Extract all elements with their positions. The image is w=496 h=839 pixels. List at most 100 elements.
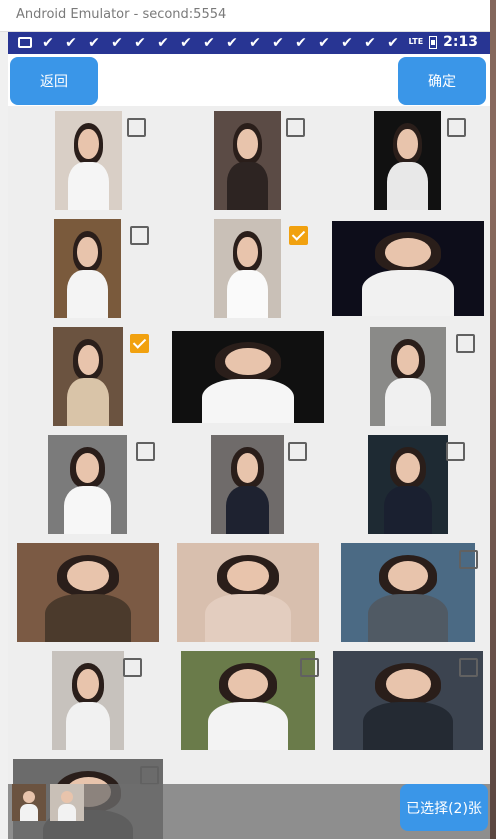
- notification-check-icon: ✔: [42, 35, 54, 51]
- photo-select-checkbox[interactable]: [286, 118, 305, 137]
- photo-thumbnail[interactable]: [368, 435, 448, 534]
- notification-icons: ✔ ✔ ✔ ✔ ✔ ✔ ✔ ✔ ✔ ✔ ✔ ✔ ✔ ✔ ✔ ✔: [18, 35, 400, 51]
- photo-figure: [227, 270, 268, 318]
- notification-check-icon: ✔: [249, 35, 261, 51]
- photo-face: [23, 791, 35, 803]
- photo-face: [77, 236, 98, 267]
- photo-select-checkbox[interactable]: [130, 226, 149, 245]
- photo-figure: [67, 270, 108, 318]
- photo-figure: [67, 378, 109, 426]
- photo-face: [237, 128, 258, 159]
- photo-face: [387, 560, 429, 591]
- photo-figure: [367, 594, 449, 642]
- photo-select-checkbox[interactable]: [459, 550, 478, 569]
- photo-figure: [387, 162, 428, 210]
- photo-face: [396, 344, 420, 375]
- back-button[interactable]: 返回: [10, 57, 98, 105]
- photo-thumbnail[interactable]: [17, 543, 159, 642]
- photo-thumbnail[interactable]: [53, 327, 123, 426]
- notification-check-icon: ✔: [203, 35, 215, 51]
- photo-picker-screen: 返回 确定: [8, 54, 490, 839]
- window-titlebar[interactable]: Android Emulator - second:5554: [0, 0, 490, 32]
- photo-select-checkbox[interactable]: [136, 442, 155, 461]
- lte-icon: LTE: [408, 37, 424, 46]
- photo-figure: [58, 804, 76, 821]
- photo-face: [236, 452, 259, 483]
- notification-check-icon: ✔: [318, 35, 330, 51]
- photo-thumbnail[interactable]: [341, 543, 475, 642]
- notification-check-icon: ✔: [364, 35, 376, 51]
- selected-thumbnail[interactable]: [50, 784, 84, 821]
- top-toolbar: 返回 确定: [8, 54, 490, 106]
- photo-thumbnail[interactable]: [52, 651, 124, 750]
- photo-face: [77, 668, 99, 699]
- photo-select-checkbox[interactable]: [123, 658, 142, 677]
- photo-face: [396, 452, 420, 483]
- photo-face: [385, 668, 431, 699]
- photo-figure: [63, 486, 112, 534]
- photo-thumbnail[interactable]: [211, 435, 284, 534]
- photo-figure: [68, 162, 109, 210]
- notification-check-icon: ✔: [180, 35, 192, 51]
- photo-select-checkbox[interactable]: [456, 334, 475, 353]
- photo-figure: [20, 804, 38, 821]
- photo-face: [226, 560, 270, 591]
- photo-thumbnail[interactable]: [172, 331, 324, 423]
- photo-face: [78, 128, 99, 159]
- photo-figure: [225, 486, 270, 534]
- selection-bar: 已选择(2)张: [8, 784, 490, 839]
- photo-figure: [66, 702, 110, 750]
- photo-thumbnail[interactable]: [370, 327, 446, 426]
- photo-thumbnail[interactable]: [214, 219, 281, 318]
- notification-check-icon: ✔: [111, 35, 123, 51]
- selected-count-button[interactable]: 已选择(2)张: [400, 784, 488, 831]
- photo-face: [75, 452, 100, 483]
- photo-thumbnail[interactable]: [54, 219, 121, 318]
- photo-face: [237, 236, 258, 267]
- photo-face: [61, 791, 73, 803]
- photo-figure: [384, 486, 432, 534]
- emulator-window: Android Emulator - second:5554 ✔ ✔ ✔ ✔ ✔ ✔ ✔ ✔ ✔…: [0, 0, 490, 839]
- photo-figure: [205, 594, 291, 642]
- photo-select-checkbox[interactable]: [127, 118, 146, 137]
- notification-check-icon: ✔: [134, 35, 146, 51]
- notification-check-icon: ✔: [387, 35, 399, 51]
- photo-thumbnail[interactable]: [214, 111, 281, 210]
- photo-figure: [207, 702, 289, 750]
- window-title: Android Emulator - second:5554: [16, 7, 227, 22]
- photo-select-checkbox[interactable]: [140, 766, 159, 785]
- confirm-button[interactable]: 确定: [398, 57, 486, 105]
- battery-icon: [429, 35, 438, 49]
- photo-figure: [385, 378, 431, 426]
- photo-face: [385, 238, 431, 267]
- notification-check-icon: ✔: [88, 35, 100, 51]
- photo-thumbnail[interactable]: [374, 111, 441, 210]
- clock: 2:13: [443, 34, 478, 50]
- photo-select-checkbox[interactable]: [130, 334, 149, 353]
- photo-figure: [363, 702, 453, 750]
- notification-check-icon: ✔: [341, 35, 353, 51]
- notification-check-icon: ✔: [157, 35, 169, 51]
- photo-thumbnail[interactable]: [48, 435, 127, 534]
- photo-figure: [45, 594, 131, 642]
- photo-select-checkbox[interactable]: [446, 442, 465, 461]
- photo-thumbnail[interactable]: [181, 651, 315, 750]
- photo-thumbnail[interactable]: [177, 543, 319, 642]
- photo-figure: [202, 378, 294, 423]
- photo-face: [227, 668, 269, 699]
- photo-face: [66, 560, 110, 591]
- photo-select-checkbox[interactable]: [289, 226, 308, 245]
- notification-check-icon: ✔: [226, 35, 238, 51]
- photo-face: [225, 347, 271, 376]
- photo-select-checkbox[interactable]: [300, 658, 319, 677]
- notification-check-icon: ✔: [295, 35, 307, 51]
- photo-thumbnail[interactable]: [55, 111, 122, 210]
- photo-thumbnail[interactable]: [332, 221, 484, 316]
- notification-check-icon: ✔: [65, 35, 77, 51]
- photo-select-checkbox[interactable]: [459, 658, 478, 677]
- photo-select-checkbox[interactable]: [288, 442, 307, 461]
- photo-select-checkbox[interactable]: [447, 118, 466, 137]
- status-right: LTE 2:13: [408, 34, 478, 50]
- selected-thumbnail[interactable]: [12, 784, 46, 821]
- photo-face: [397, 128, 418, 159]
